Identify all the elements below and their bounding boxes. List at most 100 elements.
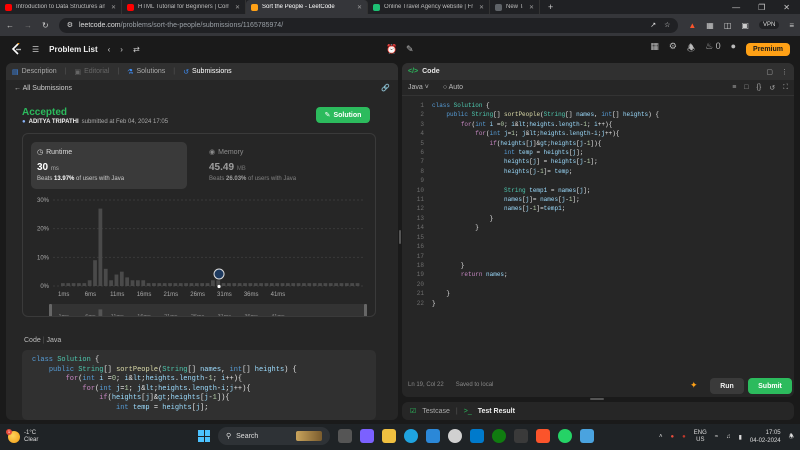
histogram-bar[interactable] <box>98 208 103 286</box>
histogram-bar[interactable] <box>237 283 242 286</box>
histogram-bar[interactable] <box>307 283 312 286</box>
histogram-bar[interactable] <box>350 283 355 286</box>
reset-icon[interactable]: ↺ <box>769 84 775 92</box>
edge-icon[interactable] <box>404 429 418 443</box>
xbox-icon[interactable] <box>492 429 506 443</box>
battery-icon[interactable]: ▮ <box>739 434 742 441</box>
tab-submissions[interactable]: ↺ Submissions <box>183 68 232 76</box>
histogram-bar[interactable] <box>334 283 338 286</box>
histogram-bar[interactable] <box>264 283 269 286</box>
tab-solutions[interactable]: ⚗ Solutions <box>127 68 165 76</box>
tab-testcase[interactable]: Testcase <box>422 408 450 415</box>
histogram-bar[interactable] <box>103 268 108 286</box>
runtime-card[interactable]: ◷ Runtime 30 ms Beats 13.97% of users wit… <box>31 142 187 189</box>
language-select[interactable]: Java ˅ <box>408 84 429 91</box>
histogram-bar[interactable] <box>168 283 172 286</box>
format-icon[interactable]: ≡ <box>732 84 736 92</box>
brave-icon[interactable] <box>536 429 550 443</box>
problem-list-icon[interactable]: ☰ <box>32 45 39 54</box>
histogram-bar[interactable] <box>259 283 263 286</box>
histogram-bar[interactable] <box>82 283 87 286</box>
wallet-icon[interactable]: ▣ <box>741 21 749 30</box>
histogram-bar[interactable] <box>93 260 97 286</box>
notification-icon[interactable]: 🕭 <box>687 41 695 57</box>
histogram-bar[interactable] <box>61 283 65 286</box>
task-view-icon[interactable] <box>338 429 352 443</box>
store-icon[interactable] <box>426 429 440 443</box>
premium-button[interactable]: Premium <box>746 42 790 56</box>
wifi-icon[interactable]: ≈ <box>715 434 718 440</box>
tab-close-icon[interactable]: ✕ <box>235 4 240 11</box>
histogram-bar[interactable] <box>114 274 119 286</box>
layout-icon[interactable]: ▦ <box>650 41 659 57</box>
histogram-bar[interactable] <box>173 283 178 286</box>
histogram-bar[interactable] <box>136 280 140 286</box>
your-submission-avatar[interactable] <box>213 268 225 280</box>
avatar[interactable]: ● <box>731 41 736 57</box>
leetcode-logo[interactable] <box>10 42 22 56</box>
chart-range-minimap[interactable] <box>49 304 367 316</box>
histogram-bar[interactable] <box>318 283 322 286</box>
code-editor[interactable]: 1 2 3 4 5 6 7 8 9 10 11 12 13 14 15 16 17 18 19 20 21 22 clas… <box>402 99 794 339</box>
vpn-button[interactable]: VPN <box>758 21 780 29</box>
browser-tab[interactable]: Sort the People - LeetCode ✕ <box>246 0 368 14</box>
histogram-bar[interactable] <box>194 283 199 286</box>
minimap-left-handle[interactable] <box>49 304 52 316</box>
file-explorer-icon[interactable] <box>382 429 396 443</box>
histogram-bar[interactable] <box>248 283 253 286</box>
github-icon[interactable] <box>448 429 462 443</box>
histogram-bar[interactable] <box>302 283 306 286</box>
tab-test-result[interactable]: Test Result <box>478 408 515 415</box>
histogram-bar[interactable] <box>286 283 290 286</box>
volume-icon[interactable]: ♫ <box>726 434 731 440</box>
streak-flame-icon[interactable]: ♨ 0 <box>705 41 721 57</box>
meet-icon[interactable] <box>360 429 374 443</box>
whatsapp-icon[interactable] <box>558 429 572 443</box>
histogram-bar[interactable] <box>269 283 274 286</box>
memory-card[interactable]: ◉ Memory 45.49 MB Beats 26.03% of users w… <box>203 142 359 189</box>
username[interactable]: ADITYA TRIPATHI <box>29 119 79 125</box>
auto-mode[interactable]: ○ Auto <box>443 84 463 91</box>
submit-button[interactable]: Submit <box>748 378 792 394</box>
histogram-bar[interactable] <box>71 283 76 286</box>
tab-close-icon[interactable]: ✕ <box>529 4 534 11</box>
fullscreen-icon[interactable]: ⛶ <box>783 84 788 92</box>
histogram-bar[interactable] <box>211 280 215 286</box>
minimize-button[interactable]: — <box>732 3 740 12</box>
all-submissions-link[interactable]: ← All Submissions <box>14 85 72 92</box>
histogram-bar[interactable] <box>275 283 280 286</box>
chevron-up-icon[interactable]: ˄ <box>659 434 663 440</box>
solution-button[interactable]: ✎ Solution <box>316 107 370 123</box>
tab-close-icon[interactable]: ✕ <box>479 4 484 11</box>
histogram-bar[interactable] <box>243 283 247 286</box>
clock[interactable]: 17:05 04-02-2024 <box>750 429 781 445</box>
histogram-bar[interactable] <box>355 283 360 286</box>
histogram-bar[interactable] <box>227 283 231 286</box>
histogram-bar[interactable] <box>152 283 156 286</box>
panel-options-icon[interactable]: ⋮ <box>781 68 788 76</box>
sticky-notes-icon[interactable] <box>514 429 528 443</box>
histogram-bar[interactable] <box>77 283 81 286</box>
histogram-bar[interactable] <box>291 283 296 286</box>
maximize-panel-icon[interactable]: ▢ <box>766 68 773 76</box>
tray-app2-icon[interactable]: ● <box>682 434 686 440</box>
histogram-bar[interactable] <box>125 277 130 286</box>
histogram-bar[interactable] <box>162 283 167 286</box>
taskbar-search[interactable]: ⚲ Search <box>218 427 330 445</box>
share-icon[interactable]: ↗ <box>650 21 656 29</box>
histogram-bar[interactable] <box>189 283 194 286</box>
browser-tab[interactable]: New Tab ✕ <box>490 0 540 14</box>
browser-tab[interactable]: Introduction to Data Structures and typ ✕ <box>0 0 122 14</box>
tab-editorial[interactable]: ▣ Editorial <box>74 68 109 76</box>
prev-problem-icon[interactable]: ‹ <box>108 45 111 54</box>
histogram-bar[interactable] <box>109 280 113 286</box>
histogram-bar[interactable] <box>280 283 285 286</box>
histogram-bar[interactable] <box>130 280 135 286</box>
histogram-bar[interactable] <box>141 280 146 286</box>
histogram-bar[interactable] <box>200 283 205 286</box>
vscode-icon[interactable] <box>470 429 484 443</box>
histogram-bar[interactable] <box>157 283 162 286</box>
histogram-bar[interactable] <box>323 283 328 286</box>
histogram-bar[interactable] <box>221 283 226 286</box>
histogram-bar[interactable] <box>66 283 71 286</box>
